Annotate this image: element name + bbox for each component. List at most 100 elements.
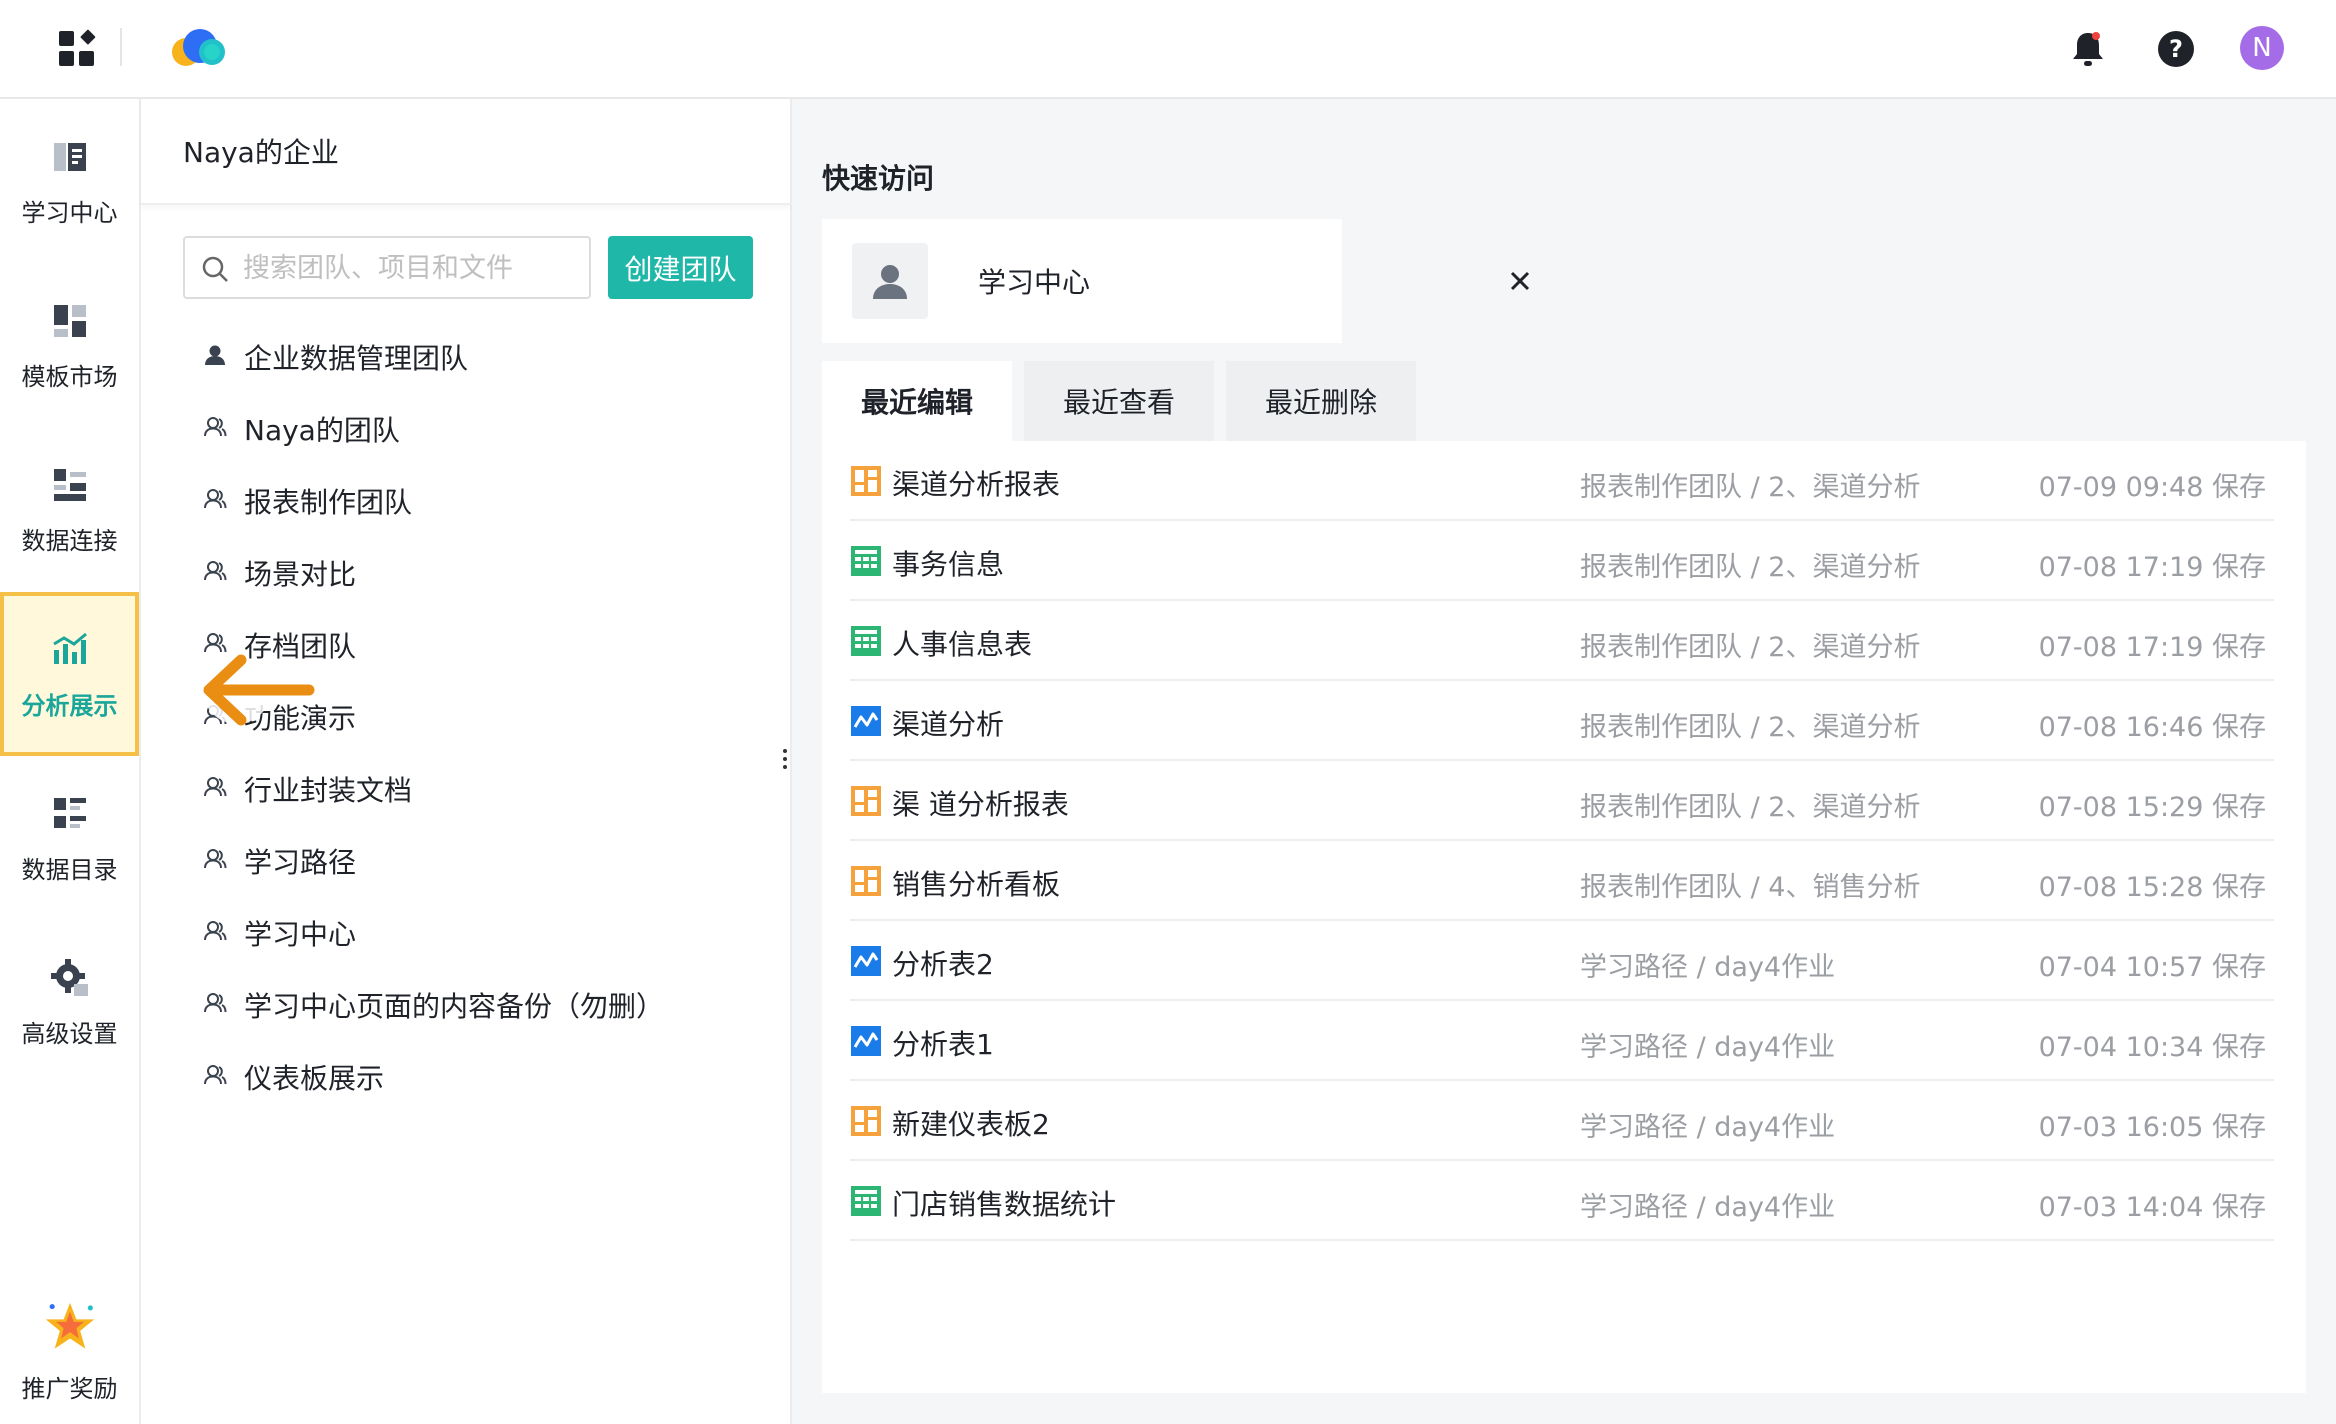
org-header[interactable]: Naya的企业 bbox=[141, 99, 792, 205]
file-row[interactable]: 人事信息表 报表制作团队 / 2、渠道分析 07-08 17:19 保存 bbox=[850, 601, 2274, 681]
team-label: 学习中心 bbox=[244, 918, 357, 951]
file-path[interactable]: 学习路径 / day4作业 bbox=[1580, 1185, 1835, 1224]
team-label: 学习路径 bbox=[244, 846, 357, 879]
file-row[interactable]: 渠 道分析报表 报表制作团队 / 2、渠道分析 07-08 15:29 保存 bbox=[850, 761, 2274, 841]
quick-access-label: 学习中心 bbox=[978, 266, 1091, 299]
bell-icon[interactable] bbox=[2064, 25, 2112, 73]
team-item[interactable]: 报表制作团队 bbox=[141, 469, 792, 529]
data-connect-icon bbox=[53, 468, 86, 501]
search-icon bbox=[202, 256, 228, 282]
dashboard-icon bbox=[851, 786, 881, 816]
file-name: 门店销售数据统计 bbox=[892, 1188, 1117, 1221]
team-label: 学习中心页面的内容备份（勿删） bbox=[244, 990, 665, 1023]
file-row[interactable]: 分析表1 学习路径 / day4作业 07-04 10:34 保存 bbox=[850, 1001, 2274, 1081]
catalog-icon bbox=[53, 797, 86, 828]
team-icon bbox=[204, 489, 227, 509]
cloud-logo[interactable] bbox=[166, 28, 232, 68]
help-icon[interactable]: ? bbox=[2152, 25, 2200, 73]
nav-label: 学习中心 bbox=[21, 198, 118, 227]
nav-item-advanced-settings[interactable]: 高级设置 bbox=[0, 920, 139, 1084]
tab-recent-viewed[interactable]: 最近查看 bbox=[1024, 361, 1214, 441]
file-name: 渠 道分析报表 bbox=[892, 788, 1069, 821]
user-filled-icon bbox=[205, 345, 225, 365]
file-time: 07-03 14:04 保存 bbox=[2038, 1192, 2266, 1223]
panel-resize-handle[interactable] bbox=[781, 747, 789, 775]
file-row[interactable]: 渠道分析报表 报表制作团队 / 2、渠道分析 07-09 09:48 保存 bbox=[850, 441, 2274, 521]
team-icon bbox=[204, 777, 227, 797]
chart-icon bbox=[52, 632, 87, 664]
file-path[interactable]: 报表制作团队 / 4、销售分析 bbox=[1580, 865, 1920, 904]
tab-recent-edited[interactable]: 最近编辑 bbox=[822, 361, 1012, 441]
file-path[interactable]: 报表制作团队 / 2、渠道分析 bbox=[1580, 785, 1920, 824]
file-row[interactable]: 销售分析看板 报表制作团队 / 4、销售分析 07-08 15:28 保存 bbox=[850, 841, 2274, 921]
team-label: 企业数据管理团队 bbox=[244, 342, 469, 375]
file-name: 事务信息 bbox=[892, 548, 1005, 581]
file-row[interactable]: 新建仪表板2 学习路径 / day4作业 07-03 16:05 保存 bbox=[850, 1081, 2274, 1161]
file-time: 07-03 16:05 保存 bbox=[2038, 1112, 2266, 1143]
file-row[interactable]: 渠道分析 报表制作团队 / 2、渠道分析 07-08 16:46 保存 bbox=[850, 681, 2274, 761]
team-item[interactable]: 学习中心页面的内容备份（勿删） bbox=[141, 973, 792, 1033]
file-name: 销售分析看板 bbox=[892, 868, 1061, 901]
analysis-icon bbox=[851, 946, 881, 976]
file-row[interactable]: 事务信息 报表制作团队 / 2、渠道分析 07-08 17:19 保存 bbox=[850, 521, 2274, 601]
file-row[interactable]: 门店销售数据统计 学习路径 / day4作业 07-03 14:04 保存 bbox=[850, 1161, 2274, 1241]
team-icon bbox=[204, 849, 227, 869]
recent-file-list: 渠道分析报表 报表制作团队 / 2、渠道分析 07-09 09:48 保存 事务… bbox=[822, 441, 2306, 1393]
analysis-icon bbox=[851, 1026, 881, 1056]
nav-label: 数据目录 bbox=[21, 855, 118, 884]
nav-item-data-connection[interactable]: 数据连接 bbox=[0, 427, 139, 591]
team-label: Naya的团队 bbox=[244, 414, 400, 447]
file-name: 分析表2 bbox=[892, 948, 994, 981]
file-path[interactable]: 报表制作团队 / 2、渠道分析 bbox=[1580, 545, 1920, 584]
file-time: 07-08 17:19 保存 bbox=[2038, 632, 2266, 663]
team-item[interactable]: 企业数据管理团队 bbox=[141, 325, 792, 385]
file-path[interactable]: 报表制作团队 / 2、渠道分析 bbox=[1580, 465, 1920, 504]
nav-label: 分析展示 bbox=[21, 691, 118, 720]
table-icon bbox=[851, 1186, 881, 1216]
team-item[interactable]: 学习中心 bbox=[141, 901, 792, 961]
dashboard-icon bbox=[851, 1106, 881, 1136]
team-icon bbox=[204, 417, 227, 437]
top-bar: ? N bbox=[0, 0, 2336, 99]
quick-access-card[interactable]: 学习中心 bbox=[822, 219, 1530, 343]
file-name: 渠道分析报表 bbox=[892, 468, 1061, 501]
team-icon bbox=[204, 993, 227, 1013]
file-name: 渠道分析 bbox=[892, 708, 1005, 741]
file-row[interactable]: 分析表2 学习路径 / day4作业 07-04 10:57 保存 bbox=[850, 921, 2274, 1001]
nav-item-data-catalog[interactable]: 数据目录 bbox=[0, 756, 139, 920]
team-item[interactable]: 仪表板展示 bbox=[141, 1045, 792, 1105]
team-icon bbox=[204, 561, 227, 581]
nav-item-promotion-rewards[interactable]: 推广奖励 bbox=[0, 1279, 139, 1424]
avatar[interactable]: N bbox=[2240, 26, 2284, 70]
team-label: 场景对比 bbox=[244, 558, 357, 591]
file-path[interactable]: 报表制作团队 / 2、渠道分析 bbox=[1580, 625, 1920, 664]
team-item[interactable]: 学习路径 bbox=[141, 829, 792, 889]
file-path[interactable]: 学习路径 / day4作业 bbox=[1580, 945, 1835, 984]
tab-recent-deleted[interactable]: 最近删除 bbox=[1226, 361, 1416, 441]
nav-item-learning-center[interactable]: 学习中心 bbox=[0, 99, 139, 263]
team-item[interactable]: 行业封装文档 bbox=[141, 757, 792, 817]
team-item[interactable]: 场景对比 bbox=[141, 541, 792, 601]
file-path[interactable]: 报表制作团队 / 2、渠道分析 bbox=[1580, 705, 1920, 744]
table-icon bbox=[851, 546, 881, 576]
nav-item-analysis-display[interactable]: 分析展示 bbox=[0, 592, 139, 756]
quick-access-title: 快速访问 bbox=[822, 162, 935, 195]
close-icon[interactable] bbox=[1510, 271, 1530, 291]
nav-item-template-market[interactable]: 模板市场 bbox=[0, 263, 139, 427]
search-box[interactable] bbox=[183, 236, 591, 299]
file-time: 07-09 09:48 保存 bbox=[2038, 472, 2266, 503]
org-name: Naya的企业 bbox=[183, 136, 339, 169]
create-team-button[interactable]: 创建团队 bbox=[608, 236, 753, 299]
team-item[interactable]: Naya的团队 bbox=[141, 397, 792, 457]
file-name: 分析表1 bbox=[892, 1028, 994, 1061]
template-icon bbox=[53, 304, 86, 337]
nav-label: 模板市场 bbox=[21, 362, 118, 391]
dashboard-icon bbox=[851, 466, 881, 496]
apps-grid-icon[interactable] bbox=[55, 27, 99, 71]
team-icon bbox=[204, 1065, 227, 1085]
left-nav: 学习中心 模板市场 数据连接 分析展示 数据目录 高级设置 推广奖励 bbox=[0, 99, 141, 1424]
file-path[interactable]: 学习路径 / day4作业 bbox=[1580, 1025, 1835, 1064]
file-time: 07-08 17:19 保存 bbox=[2038, 552, 2266, 583]
file-path[interactable]: 学习路径 / day4作业 bbox=[1580, 1105, 1835, 1144]
search-input[interactable] bbox=[243, 246, 583, 290]
